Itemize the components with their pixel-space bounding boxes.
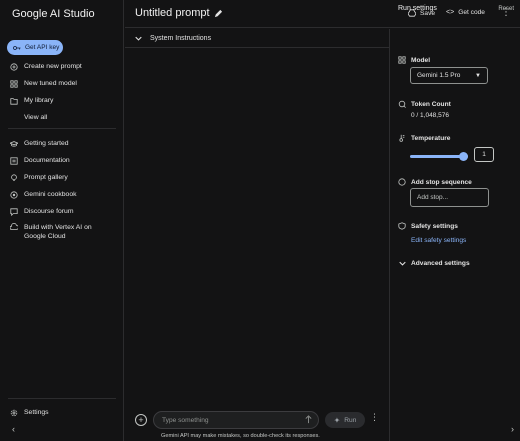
sidebar-item-label: View all: [24, 114, 48, 121]
token-count-value: 0 / 1,048,576: [411, 112, 449, 119]
document-icon: [10, 156, 18, 165]
stop-sequence-section: Add stop sequence: [398, 178, 472, 186]
sidebar-item-label: Settings: [24, 409, 49, 416]
graduation-cap-icon: [10, 140, 18, 148]
model-value: Gemini 1.5 Pro: [417, 72, 461, 79]
edit-safety-settings-link[interactable]: Edit safety settings: [411, 237, 466, 244]
page-title[interactable]: Untitled prompt: [135, 7, 210, 19]
sidebar-item-label: Build with Vertex AI on Google Cloud: [24, 224, 92, 240]
sidebar-item-vertex-ai[interactable]: Build with Vertex AI on Google Cloud: [0, 220, 124, 244]
pencil-icon[interactable]: [214, 9, 223, 18]
thermometer-icon: [398, 134, 406, 142]
folder-icon: [10, 97, 18, 105]
safety-section: Safety settings: [398, 222, 458, 230]
slider-thumb[interactable]: [459, 152, 468, 161]
dropdown-caret-icon: ▼: [475, 72, 481, 79]
advanced-settings-label: Advanced settings: [411, 259, 470, 267]
run-settings-title: Run settings: [398, 5, 437, 12]
lightbulb-icon: [10, 173, 18, 182]
sidebar-item-new-tuned-model[interactable]: New tuned model: [0, 75, 124, 92]
add-circle-icon: [10, 62, 18, 71]
get-api-key-label: Get API key: [25, 44, 60, 51]
prompt-input[interactable]: [153, 411, 319, 429]
collapse-sidebar-chevron-icon[interactable]: ‹: [12, 424, 15, 434]
sparkle-icon: ✦: [333, 415, 341, 425]
chevron-down-icon: [398, 259, 406, 267]
model-icon: [398, 56, 406, 64]
get-code-button[interactable]: <> Get code: [446, 9, 485, 16]
sidebar: Google AI Studio Get API key Create new …: [0, 0, 124, 441]
key-icon: [13, 45, 21, 50]
temperature-label: Temperature: [411, 134, 451, 142]
primary-nav: Create new prompt New tuned model My lib…: [0, 58, 124, 126]
secondary-nav: Getting started Documentation Prompt gal…: [0, 135, 124, 244]
sidebar-divider: [8, 128, 116, 129]
token-count-section: Token Count: [398, 100, 451, 108]
sidebar-item-label: Discourse forum: [24, 208, 74, 215]
run-button[interactable]: ✦ Run: [325, 412, 365, 428]
model-select[interactable]: Gemini 1.5 Pro ▼: [410, 67, 488, 84]
advanced-settings-toggle[interactable]: Advanced settings: [398, 259, 470, 267]
stop-sequence-label: Add stop sequence: [411, 178, 472, 186]
sidebar-item-prompt-gallery[interactable]: Prompt gallery: [0, 169, 124, 186]
model-label: Model: [411, 56, 431, 64]
get-api-key-button[interactable]: Get API key: [7, 40, 63, 55]
github-icon: [10, 190, 18, 199]
token-icon: [398, 100, 406, 108]
sidebar-item-settings[interactable]: Settings: [0, 404, 124, 421]
prompt-editor: System Instructions + ✦ Run ⋮ Gemini API…: [125, 29, 389, 441]
sidebar-settings: Settings: [0, 404, 124, 421]
sidebar-item-getting-started[interactable]: Getting started: [0, 135, 124, 152]
sidebar-item-label: Documentation: [24, 157, 70, 164]
run-label: Run: [344, 416, 357, 424]
stop-sequence-input[interactable]: [410, 188, 489, 207]
sidebar-item-label: Getting started: [24, 140, 69, 147]
token-count-label: Token Count: [411, 100, 451, 108]
run-options-icon[interactable]: ⋮: [370, 412, 379, 423]
sidebar-item-label: Gemini cookbook: [24, 191, 77, 198]
shield-icon: [398, 222, 406, 230]
sidebar-item-label: New tuned model: [24, 80, 77, 87]
app-logo-text[interactable]: Google AI Studio: [12, 8, 95, 20]
temperature-slider[interactable]: [410, 150, 468, 162]
sidebar-item-documentation[interactable]: Documentation: [0, 152, 124, 169]
safety-label: Safety settings: [411, 222, 458, 230]
chevron-down-icon: [135, 36, 142, 41]
expand-panel-chevron-icon[interactable]: ›: [511, 424, 514, 434]
system-instructions-toggle[interactable]: System Instructions: [125, 29, 389, 48]
sidebar-item-my-library[interactable]: My library: [0, 92, 124, 109]
sidebar-item-gemini-cookbook[interactable]: Gemini cookbook: [0, 186, 124, 203]
reset-button[interactable]: Reset: [498, 6, 514, 12]
gear-icon: [10, 409, 18, 417]
sidebar-item-label: My library: [24, 97, 54, 104]
sidebar-bottom-divider: [8, 398, 116, 399]
send-arrow-icon[interactable]: [304, 415, 313, 424]
disclaimer-text: Gemini API may make mistakes, so double-…: [161, 433, 320, 439]
sidebar-item-view-all[interactable]: View all: [0, 109, 124, 126]
code-icon: <>: [446, 9, 455, 16]
header: Untitled prompt Save <> Get code ⋮: [125, 0, 520, 28]
cloud-icon: [10, 223, 18, 231]
chat-icon: [10, 207, 18, 216]
stop-circle-icon: [398, 178, 406, 186]
model-section: Model: [398, 56, 430, 64]
tune-icon: [10, 79, 18, 88]
get-code-label: Get code: [458, 9, 485, 16]
temperature-input[interactable]: 1: [474, 147, 494, 162]
temperature-section: Temperature: [398, 134, 450, 142]
system-instructions-label: System Instructions: [150, 34, 212, 42]
sidebar-item-label: Create new prompt: [24, 63, 82, 70]
add-media-button[interactable]: +: [135, 414, 147, 426]
run-settings-panel: Run settings Reset Model Gemini 1.5 Pro …: [389, 5, 520, 441]
sidebar-item-create-new-prompt[interactable]: Create new prompt: [0, 58, 124, 75]
sidebar-item-discourse-forum[interactable]: Discourse forum: [0, 203, 124, 220]
sidebar-item-label: Prompt gallery: [24, 174, 68, 181]
